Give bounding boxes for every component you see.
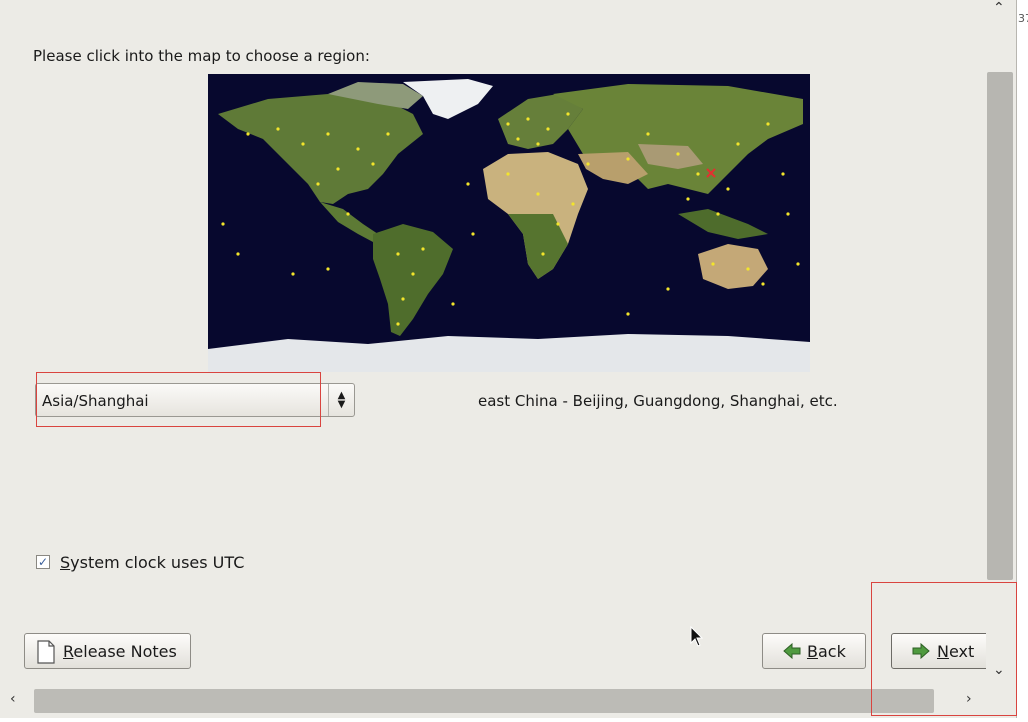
back-text: ack <box>817 642 846 661</box>
utc-label-mnemonic: S <box>60 553 71 572</box>
highlight-box-timezone <box>36 372 321 427</box>
release-text: elease Notes <box>73 642 177 661</box>
timezone-description: east China - Beijing, Guangdong, Shangha… <box>478 392 838 410</box>
map-prompt: Please click into the map to choose a re… <box>33 47 370 65</box>
back-button[interactable]: Back <box>762 633 866 669</box>
vertical-scroll-thumb[interactable] <box>987 72 1013 580</box>
horizontal-scroll-thumb[interactable] <box>34 689 934 713</box>
edge-fragment-text: 37 <box>1018 12 1028 25</box>
utc-checkbox[interactable]: ✓ <box>36 555 50 569</box>
utc-label-text: ystem clock uses UTC <box>70 553 245 572</box>
release-notes-label: Release Notes <box>63 642 177 661</box>
document-icon <box>36 640 56 668</box>
scroll-left-icon[interactable]: ‹ <box>10 691 16 707</box>
release-mnemonic: R <box>63 642 74 661</box>
highlight-box-next <box>871 582 1017 716</box>
horizontal-scrollbar[interactable]: ‹ › <box>0 688 986 714</box>
world-map[interactable] <box>208 74 810 372</box>
utc-checkbox-label[interactable]: System clock uses UTC <box>60 553 244 572</box>
scroll-up-icon[interactable]: ⌃ <box>993 0 1005 16</box>
back-label: Back <box>807 642 846 661</box>
world-map-image <box>208 74 810 372</box>
back-arrow-icon <box>783 642 801 663</box>
installer-window: Please click into the map to choose a re… <box>0 0 1017 718</box>
back-mnemonic: B <box>807 642 818 661</box>
mouse-cursor-icon <box>690 625 704 652</box>
release-notes-button[interactable]: Release Notes <box>24 633 191 669</box>
select-updown-icon: ▲ ▼ <box>328 384 354 416</box>
